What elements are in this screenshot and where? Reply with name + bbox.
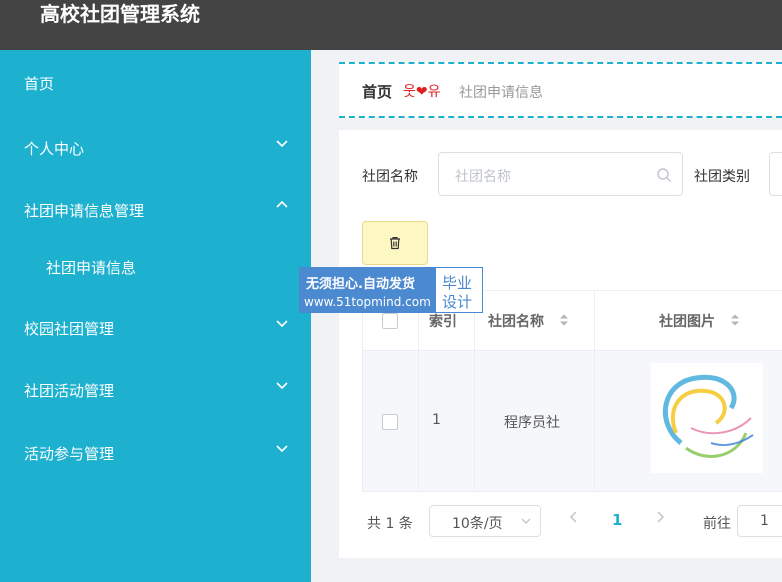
column-header-club-image[interactable]: 社团图片 [659, 311, 715, 331]
sort-icon[interactable] [559, 313, 569, 327]
sidebar-item-home[interactable]: 首页 [0, 58, 311, 108]
goto-page-value: 1 [760, 513, 769, 529]
content-card: 社团名称 社团名称 社团类别 索引 社团名称 社团图片 1 程序员社 共 1 条… [339, 130, 782, 558]
column-divider [418, 291, 419, 491]
sidebar-item-label: 社团申请信息 [46, 259, 137, 277]
pagination: 共 1 条 10条/页 1 前往 1 [339, 500, 782, 540]
sidebar-item-club-activity-management[interactable]: 社团活动管理 [0, 365, 311, 415]
sidebar-item-club-application-management[interactable]: 社团申请信息管理 [0, 185, 311, 235]
club-image [651, 363, 763, 473]
page-size-select[interactable]: 10条/页 [429, 505, 541, 537]
sidebar-item-club-application-info[interactable]: 社团申请信息 [0, 242, 311, 292]
column-divider [474, 291, 475, 491]
column-header-club-name[interactable]: 社团名称 [488, 311, 544, 331]
page-size-value: 10条/页 [452, 516, 503, 532]
chevron-down-icon [521, 518, 531, 524]
club-type-label: 社团类别 [694, 169, 750, 185]
top-bar: 高校社团管理系统 [0, 0, 782, 50]
select-all-checkbox[interactable] [382, 313, 398, 329]
data-table: 索引 社团名称 社团图片 1 程序员社 [362, 290, 782, 492]
next-page-icon[interactable] [655, 510, 665, 524]
sidebar-item-label: 校园社团管理 [24, 320, 115, 338]
club-logo-image [663, 374, 754, 458]
goto-label: 前往 [703, 516, 731, 532]
chevron-down-icon [276, 445, 288, 453]
goto-page-input[interactable]: 1 [737, 505, 782, 537]
club-name-label: 社团名称 [362, 169, 418, 185]
sidebar-item-activity-participation-management[interactable]: 活动参与管理 [0, 428, 311, 478]
main-content: 首页 웃❤유 社团申请信息 社团名称 社团名称 社团类别 索引 社团名称 社团图… [311, 50, 782, 582]
sidebar-item-label: 首页 [24, 75, 55, 93]
sidebar-item-label: 个人中心 [24, 140, 85, 158]
row-checkbox[interactable] [382, 414, 398, 430]
trash-icon [390, 237, 400, 250]
watermark-right2: 设计 [442, 293, 473, 311]
sidebar-item-campus-club-management[interactable]: 校园社团管理 [0, 303, 311, 353]
club-type-select[interactable] [769, 152, 782, 196]
column-header-index: 索引 [429, 314, 457, 330]
chevron-up-icon [276, 200, 288, 208]
watermark-badge: 无须担心.自动发货 www.51topmind.com 毕业 设计 [299, 267, 483, 313]
pagination-total: 共 1 条 [367, 516, 413, 532]
table-row[interactable]: 1 程序员社 [363, 351, 782, 491]
breadcrumb-home[interactable]: 首页 [362, 81, 392, 102]
club-name-placeholder: 社团名称 [455, 169, 511, 185]
sidebar-item-personal-center[interactable]: 个人中心 [0, 123, 311, 173]
search-icon [657, 168, 671, 182]
sidebar: 首页 个人中心 社团申请信息管理 社团申请信息 校园社团管理 社团活动管理 活动… [0, 50, 311, 582]
breadcrumb: 首页 웃❤유 社团申请信息 [339, 62, 782, 118]
chevron-down-icon [276, 320, 288, 328]
prev-page-icon[interactable] [569, 510, 579, 524]
chevron-down-icon [276, 382, 288, 390]
club-name-input[interactable]: 社团名称 [438, 152, 683, 196]
breadcrumb-current: 社团申请信息 [459, 85, 543, 101]
row-index: 1 [432, 412, 441, 428]
row-club-name: 程序员社 [504, 415, 560, 431]
sidebar-item-label: 社团活动管理 [24, 382, 115, 400]
app-title: 高校社团管理系统 [40, 2, 200, 26]
sidebar-item-label: 社团申请信息管理 [24, 202, 145, 220]
watermark-line1: 无须担心.自动发货 [306, 277, 415, 292]
sidebar-item-label: 活动参与管理 [24, 445, 115, 463]
chevron-down-icon [276, 140, 288, 148]
breadcrumb-separator: 웃❤유 [403, 84, 441, 100]
sort-icon[interactable] [730, 313, 740, 327]
column-divider [594, 291, 595, 491]
page-number-current[interactable]: 1 [612, 511, 622, 529]
watermark-line2: www.51topmind.com [304, 295, 431, 309]
delete-button[interactable] [362, 221, 428, 265]
watermark-left-panel: 无须担心.自动发货 www.51topmind.com [300, 268, 436, 312]
watermark-right1: 毕业 [442, 274, 473, 292]
